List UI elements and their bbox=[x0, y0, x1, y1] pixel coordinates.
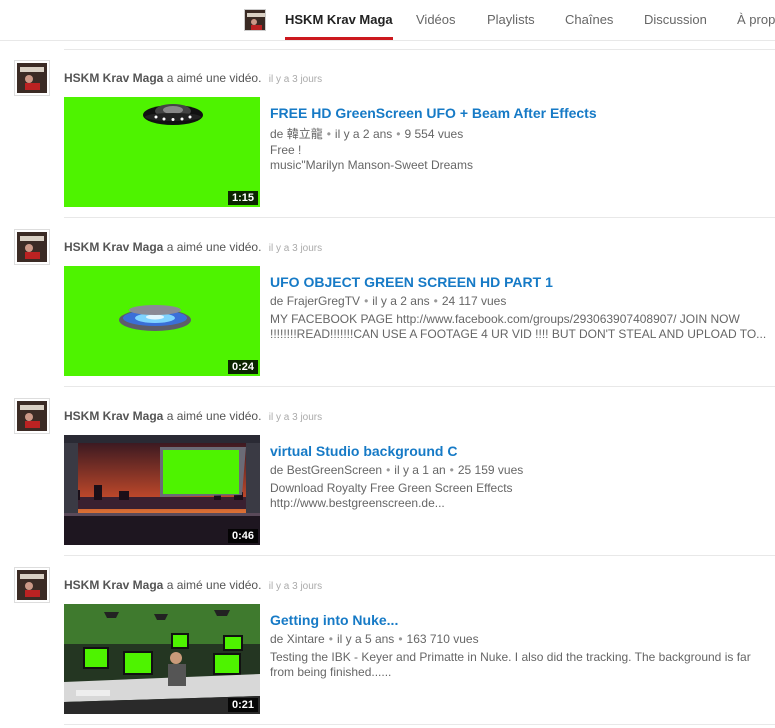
activity-author[interactable]: HSKM Krav Maga bbox=[64, 240, 163, 254]
meta-separator: • bbox=[386, 463, 391, 477]
view-count: 25 159 vues bbox=[457, 463, 524, 477]
feed-item: HSKM Krav Maga a aimé une vidéo. il y a … bbox=[0, 49, 775, 218]
description-line: Free ! bbox=[270, 143, 302, 157]
description-line: from being finished...... bbox=[270, 665, 392, 679]
activity-header: HSKM Krav Maga a aimé une vidéo. il y a … bbox=[64, 409, 322, 423]
meta-separator: • bbox=[328, 632, 333, 646]
description-line: Testing the IBK - Keyer and Primatte in … bbox=[270, 650, 751, 664]
channel-nav-bar: HSKM Krav Maga Vidéos Playlists Chaînes … bbox=[0, 0, 775, 41]
tab-home[interactable]: HSKM Krav Maga bbox=[285, 0, 393, 40]
video-duration: 1:15 bbox=[227, 191, 258, 205]
video-description: Download Royalty Free Green Screen Effec… bbox=[270, 481, 770, 511]
video-title[interactable]: UFO OBJECT GREEN SCREEN HD PART 1 bbox=[270, 274, 553, 290]
video-title[interactable]: virtual Studio background C bbox=[270, 443, 457, 459]
avatar[interactable] bbox=[14, 398, 50, 434]
activity-header: HSKM Krav Maga a aimé une vidéo. il y a … bbox=[64, 71, 322, 85]
meta-separator: • bbox=[396, 127, 401, 141]
video-age: il y a 1 an bbox=[394, 463, 446, 477]
video-age: il y a 2 ans bbox=[372, 294, 430, 308]
activity-header: HSKM Krav Maga a aimé une vidéo. il y a … bbox=[64, 240, 322, 254]
video-description: Free ! music"Marilyn Manson-Sweet Dreams bbox=[270, 143, 770, 173]
video-meta: de BestGreenScreen • il y a 1 an • 25 159 vu… bbox=[270, 463, 523, 477]
channel-logo-icon bbox=[245, 10, 265, 30]
by-prefix: de bbox=[270, 632, 284, 646]
activity-time: il y a 3 jours bbox=[268, 412, 323, 423]
video-title[interactable]: FREE HD GreenScreen UFO + Beam After Eff… bbox=[270, 105, 597, 121]
video-duration: 0:24 bbox=[227, 360, 258, 374]
activity-action: a aimé une vidéo. bbox=[166, 71, 262, 85]
tab-channels[interactable]: Chaînes bbox=[565, 0, 613, 40]
video-thumbnail[interactable]: 0:46 bbox=[64, 435, 260, 545]
activity-action: a aimé une vidéo. bbox=[166, 240, 262, 254]
meta-separator: • bbox=[398, 632, 403, 646]
video-thumbnail[interactable]: 0:21 bbox=[64, 604, 260, 714]
channel-logo-icon bbox=[17, 570, 47, 600]
activity-time: il y a 3 jours bbox=[268, 581, 323, 592]
channel-logo-icon bbox=[17, 401, 47, 431]
description-line: MY FACEBOOK PAGE http://www.facebook.com… bbox=[270, 312, 740, 326]
description-line: Download Royalty Free Green Screen Effec… bbox=[270, 481, 513, 495]
video-description: Testing the IBK - Keyer and Primatte in … bbox=[270, 650, 770, 680]
meta-separator: • bbox=[449, 463, 454, 477]
activity-action: a aimé une vidéo. bbox=[166, 409, 262, 423]
description-line: music"Marilyn Manson-Sweet Dreams bbox=[270, 158, 473, 172]
video-meta: de Xintare • il y a 5 ans • 163 710 vues bbox=[270, 632, 479, 646]
uploader-link[interactable]: Xintare bbox=[287, 632, 325, 646]
item-divider bbox=[64, 724, 775, 725]
avatar[interactable] bbox=[14, 567, 50, 603]
uploader-link[interactable]: FrajerGregTV bbox=[287, 294, 360, 308]
video-thumbnail[interactable]: 0:24 bbox=[64, 266, 260, 376]
feed-item: HSKM Krav Maga a aimé une vidéo. il y a … bbox=[0, 218, 775, 387]
activity-header: HSKM Krav Maga a aimé une vidéo. il y a … bbox=[64, 578, 322, 592]
by-prefix: de bbox=[270, 294, 284, 308]
avatar[interactable] bbox=[14, 229, 50, 265]
channel-logo-icon bbox=[17, 232, 47, 262]
activity-time: il y a 3 jours bbox=[268, 74, 323, 85]
activity-author[interactable]: HSKM Krav Maga bbox=[64, 409, 163, 423]
view-count: 24 117 vues bbox=[441, 294, 507, 308]
view-count: 9 554 vues bbox=[404, 127, 464, 141]
by-prefix: de bbox=[270, 463, 284, 477]
feed-item: HSKM Krav Maga a aimé une vidéo. il y a … bbox=[0, 387, 775, 556]
avatar[interactable] bbox=[14, 60, 50, 96]
video-duration: 0:21 bbox=[227, 698, 258, 712]
video-description: MY FACEBOOK PAGE http://www.facebook.com… bbox=[270, 312, 770, 342]
uploader-link[interactable]: BestGreenScreen bbox=[287, 463, 382, 477]
meta-separator: • bbox=[364, 294, 369, 308]
activity-author[interactable]: HSKM Krav Maga bbox=[64, 578, 163, 592]
uploader-link[interactable]: 韓立龍 bbox=[287, 127, 323, 141]
video-age: il y a 2 ans bbox=[334, 127, 393, 141]
view-count: 163 710 vues bbox=[406, 632, 479, 646]
tab-videos[interactable]: Vidéos bbox=[416, 0, 456, 40]
video-duration: 0:46 bbox=[227, 529, 258, 543]
video-meta: de FrajerGregTV • il y a 2 ans • 24 117 vues bbox=[270, 294, 506, 308]
meta-separator: • bbox=[326, 127, 331, 141]
video-title[interactable]: Getting into Nuke... bbox=[270, 612, 398, 628]
channel-thumbnail[interactable] bbox=[244, 9, 266, 31]
tab-discussion[interactable]: Discussion bbox=[644, 0, 707, 40]
feed-item: HSKM Krav Maga a aimé une vidéo. il y a … bbox=[0, 556, 775, 725]
activity-action: a aimé une vidéo. bbox=[166, 578, 262, 592]
video-meta: de 韓立龍 • il y a 2 ans • 9 554 vues bbox=[270, 125, 463, 142]
meta-separator: • bbox=[433, 294, 438, 308]
tab-about[interactable]: À propos bbox=[737, 0, 775, 40]
by-prefix: de bbox=[270, 127, 284, 141]
description-line: !!!!!!!!READ!!!!!!!CAN USE A FOOTAGE 4 U… bbox=[270, 327, 767, 341]
activity-time: il y a 3 jours bbox=[268, 243, 323, 254]
video-thumbnail[interactable]: 1:15 bbox=[64, 97, 260, 207]
video-age: il y a 5 ans bbox=[336, 632, 395, 646]
tab-playlists[interactable]: Playlists bbox=[487, 0, 535, 40]
description-line: http://www.bestgreenscreen.de... bbox=[270, 496, 445, 510]
channel-logo-icon bbox=[17, 63, 47, 93]
activity-author[interactable]: HSKM Krav Maga bbox=[64, 71, 163, 85]
